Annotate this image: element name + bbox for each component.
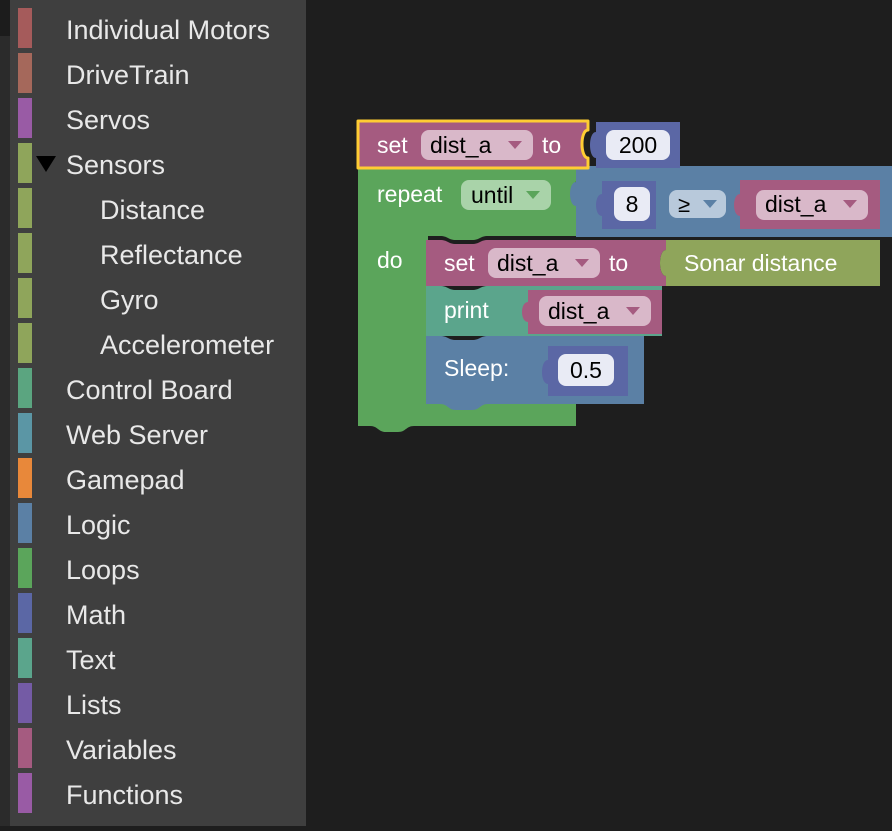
category-label: Math	[66, 600, 127, 630]
sonar-distance-block[interactable]: Sonar distance	[660, 240, 880, 286]
category-color-swatch	[18, 773, 32, 813]
category-color-swatch	[18, 143, 32, 183]
print-variable[interactable]: dist_a	[522, 290, 662, 334]
category-gamepad[interactable]: Gamepad	[18, 458, 306, 498]
category-color-swatch	[18, 323, 32, 363]
category-reflectance[interactable]: Reflectance	[18, 233, 306, 273]
block-canvas[interactable]: repeat until do 8 ≥ dist_a set dist_a to…	[306, 0, 892, 826]
category-color-swatch	[18, 683, 32, 723]
category-color-swatch	[18, 503, 32, 543]
category-color-swatch	[18, 8, 32, 48]
sensor-label: Sonar distance	[684, 250, 837, 276]
category-servos[interactable]: Servos	[18, 98, 306, 138]
toolbox-edge	[0, 0, 10, 826]
category-color-swatch	[18, 278, 32, 318]
category-label: Gamepad	[66, 465, 185, 495]
category-label: Functions	[66, 780, 184, 810]
category-label: Individual Motors	[66, 15, 271, 45]
print-label: print	[444, 297, 489, 323]
category-logic[interactable]: Logic	[18, 503, 306, 543]
category-text[interactable]: Text	[18, 638, 306, 678]
operator-dropdown[interactable]: ≥	[669, 190, 726, 218]
category-label: Distance	[100, 195, 206, 225]
number-value: 8	[626, 191, 639, 217]
category-variables[interactable]: Variables	[18, 728, 306, 768]
category-label: Lists	[66, 690, 122, 720]
set-sonar-block[interactable]: set dist_a to Sonar distance	[426, 240, 880, 286]
category-label: Reflectance	[100, 240, 243, 270]
category-color-swatch	[18, 368, 32, 408]
set-label: set	[444, 250, 475, 276]
category-drivetrain[interactable]: DriveTrain	[18, 53, 306, 93]
number-value: 0.5	[570, 357, 602, 383]
set-variable-dropdown[interactable]: dist_a	[488, 248, 600, 278]
number-block-200[interactable]: 200	[590, 122, 680, 168]
sleep-block[interactable]: Sleep: 0.5	[426, 336, 644, 410]
category-label: Servos	[66, 105, 151, 135]
category-color-swatch	[18, 188, 32, 228]
repeat-label: repeat	[377, 181, 443, 207]
workspace[interactable]: repeat until do 8 ≥ dist_a set dist_a to…	[306, 0, 892, 826]
expand-arrow-icon[interactable]	[36, 156, 56, 172]
compare-right-variable[interactable]: dist_a	[734, 180, 880, 229]
toolbox-edge-notch	[0, 0, 10, 36]
category-color-swatch	[18, 98, 32, 138]
category-control-board[interactable]: Control Board	[18, 368, 306, 408]
category-sensors[interactable]: Sensors	[18, 143, 306, 183]
category-color-swatch	[18, 638, 32, 678]
category-math[interactable]: Math	[18, 593, 306, 633]
toolbox: Individual Motors DriveTrain Servos Sens…	[0, 0, 306, 826]
print-block[interactable]: print dist_a	[426, 286, 662, 336]
sleep-label: Sleep:	[444, 355, 509, 381]
variable-value: dist_a	[765, 191, 827, 217]
category-loops[interactable]: Loops	[18, 548, 306, 588]
variable-value: dist_a	[430, 132, 492, 158]
set-label: set	[377, 132, 408, 158]
operator-value: ≥	[678, 192, 690, 217]
category-color-swatch	[18, 53, 32, 93]
category-color-swatch	[18, 728, 32, 768]
category-label: Sensors	[66, 150, 166, 180]
category-label: Control Board	[66, 375, 233, 405]
variable-value: dist_a	[497, 250, 559, 276]
sleep-value-block[interactable]: 0.5	[542, 346, 628, 396]
category-label: Variables	[66, 735, 177, 765]
category-functions[interactable]: Functions	[18, 773, 306, 813]
to-label: to	[609, 250, 628, 276]
category-color-swatch	[18, 593, 32, 633]
variable-value: dist_a	[548, 298, 610, 324]
compare-block[interactable]: 8 ≥ dist_a	[570, 166, 892, 237]
category-gyro[interactable]: Gyro	[18, 278, 306, 318]
category-lists[interactable]: Lists	[18, 683, 306, 723]
category-distance[interactable]: Distance	[18, 188, 306, 228]
category-web-server[interactable]: Web Server	[18, 413, 306, 453]
category-label: Gyro	[100, 285, 159, 315]
number-value: 200	[619, 132, 657, 158]
category-label: Accelerometer	[100, 330, 275, 360]
repeat-mode-value: until	[471, 182, 513, 208]
compare-left-value[interactable]: 8	[596, 181, 656, 229]
set-variable-dropdown[interactable]: dist_a	[421, 130, 533, 160]
category-label: Web Server	[66, 420, 209, 450]
category-label: Text	[66, 645, 116, 675]
category-color-swatch	[18, 233, 32, 273]
to-label: to	[542, 132, 561, 158]
repeat-mode-dropdown[interactable]: until	[461, 180, 551, 210]
category-color-swatch	[18, 548, 32, 588]
category-label: DriveTrain	[66, 60, 190, 90]
category-accelerometer[interactable]: Accelerometer	[18, 323, 306, 363]
category-label: Loops	[66, 555, 140, 585]
category-color-swatch	[18, 458, 32, 498]
set-variable-block[interactable]: set dist_a to 200	[356, 119, 680, 170]
category-color-swatch	[18, 413, 32, 453]
category-individual-motors[interactable]: Individual Motors	[18, 8, 306, 48]
category-label: Logic	[66, 510, 131, 540]
do-label: do	[377, 247, 403, 273]
